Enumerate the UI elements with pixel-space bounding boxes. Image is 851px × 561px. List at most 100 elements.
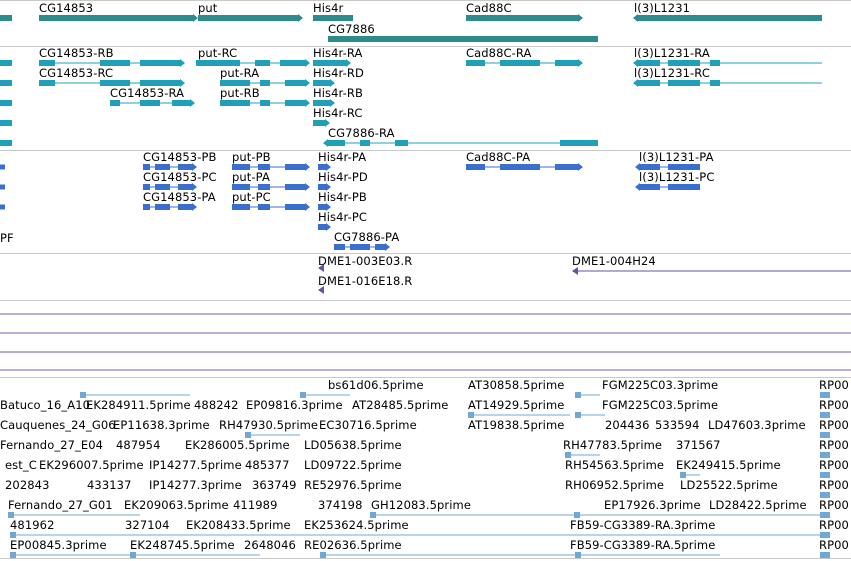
est-label[interactable]: Batuco_16_A10 <box>0 398 90 412</box>
transcript-label[interactable]: put-RA <box>220 66 259 80</box>
cds-exon[interactable] <box>143 204 150 210</box>
est-label[interactable]: RH54563.5prime <box>565 458 664 472</box>
est-label[interactable]: GH12083.5prime <box>371 498 471 512</box>
cds-edge[interactable] <box>0 184 5 190</box>
transcript-arrow[interactable] <box>305 59 310 67</box>
cds-label[interactable]: CG14853-PB <box>143 150 217 164</box>
est-label[interactable]: LD25522.5prime <box>680 478 778 492</box>
cds-exon[interactable] <box>318 224 326 230</box>
gene-bar[interactable] <box>313 15 353 21</box>
transcript-edge[interactable] <box>0 120 12 126</box>
gene-bar[interactable] <box>638 15 822 21</box>
transcript-exon[interactable] <box>313 120 325 126</box>
transcript-exon[interactable] <box>710 80 720 86</box>
est-label[interactable]: RE52976.5prime <box>304 478 402 492</box>
transcript-arrow[interactable] <box>305 79 310 87</box>
clone-label[interactable]: DME1-003E03.R <box>318 254 412 268</box>
cds-label[interactable]: CG7886-PA <box>334 230 399 244</box>
cds-exon[interactable] <box>178 204 192 210</box>
est-label[interactable]: IP14277.5prime <box>149 458 242 472</box>
cds-exon[interactable] <box>285 184 305 190</box>
cds-exon[interactable] <box>258 204 270 210</box>
cds-exon[interactable] <box>350 244 370 250</box>
transcript-label[interactable]: CG14853-RC <box>39 66 113 80</box>
transcript-exon[interactable] <box>285 100 305 106</box>
transcript-label[interactable]: His4r-RB <box>313 86 363 100</box>
est-line-block[interactable] <box>575 392 581 398</box>
cds-edge[interactable] <box>0 164 5 170</box>
cds-exon[interactable] <box>155 204 170 210</box>
transcript-arrow[interactable] <box>633 79 638 87</box>
transcript-exon[interactable] <box>39 80 55 86</box>
cds-label[interactable]: l(3)L1231-PC <box>639 170 714 184</box>
transcript-exon[interactable] <box>220 100 250 106</box>
transcript-exon[interactable] <box>328 140 345 146</box>
gene-bar-arrow[interactable] <box>633 14 638 22</box>
clone-label[interactable]: DME1-004H24 <box>572 254 656 268</box>
transcript-label[interactable]: CG14853-RB <box>39 46 114 60</box>
gene-label[interactable]: Cad88C <box>466 1 512 15</box>
est-label[interactable]: EP17926.3prime <box>604 498 701 512</box>
gene-bar-arrow[interactable] <box>578 14 583 22</box>
cds-arrow[interactable] <box>192 203 197 211</box>
cds-exon[interactable] <box>555 164 578 170</box>
transcript-exon[interactable] <box>110 100 120 106</box>
transcript-exon[interactable] <box>140 60 180 66</box>
est-label[interactable]: Fernando_27_E04 <box>0 438 103 452</box>
transcript-exon[interactable] <box>560 140 598 146</box>
est-label[interactable]: RP00 <box>819 518 849 532</box>
est-label[interactable]: 411989 <box>233 498 278 512</box>
est-label[interactable]: EK284911.5prime <box>86 398 191 412</box>
gene-bar[interactable] <box>466 15 578 21</box>
cds-edge[interactable] <box>0 204 5 210</box>
transcript-exon[interactable] <box>500 60 540 66</box>
est-label[interactable]: EP09816.3prime <box>246 398 343 412</box>
est-label[interactable]: EK296007.5prime <box>39 458 144 472</box>
cds-exon[interactable] <box>285 204 305 210</box>
transcript-exon[interactable] <box>395 140 408 146</box>
est-label[interactable]: Cauquenes_24_G06 <box>0 418 116 432</box>
cds-arrow[interactable] <box>385 243 390 251</box>
est-label[interactable]: 371567 <box>676 438 721 452</box>
transcript-arrow[interactable] <box>190 99 195 107</box>
transcript-label[interactable]: CG14853-RA <box>110 86 184 100</box>
est-label[interactable]: RP00 <box>819 418 849 432</box>
transcript-exon[interactable] <box>280 60 305 66</box>
transcript-arrow[interactable] <box>305 99 310 107</box>
cds-arrow[interactable] <box>305 183 310 191</box>
cds-label[interactable]: put-PA <box>232 170 270 184</box>
transcript-exon[interactable] <box>710 60 720 66</box>
est-label[interactable]: EK208433.5prime <box>186 518 291 532</box>
est-label[interactable]: RH47783.5prime <box>563 438 662 452</box>
est-label[interactable]: AT14929.5prime <box>468 398 564 412</box>
transcript-exon[interactable] <box>466 60 485 66</box>
gene-bar-arrow[interactable] <box>193 14 198 22</box>
gene-bar[interactable] <box>0 15 12 21</box>
gene-label[interactable]: put <box>198 1 217 15</box>
transcript-label[interactable]: His4r-RD <box>313 66 364 80</box>
cds-arrow[interactable] <box>305 203 310 211</box>
est-label[interactable]: LD28422.5prime <box>709 498 807 512</box>
gene-label[interactable]: l(3)L1231 <box>634 1 690 15</box>
transcript-label[interactable]: l(3)L1231-RC <box>634 66 710 80</box>
transcript-exon[interactable] <box>260 100 270 106</box>
cds-exon[interactable] <box>500 164 540 170</box>
est-label[interactable]: Fernando_27_G01 <box>8 498 113 512</box>
est-label[interactable]: RP00 <box>819 438 849 452</box>
transcript-label[interactable]: His4r-RA <box>313 46 362 60</box>
est-label[interactable]: 2648046 <box>244 538 296 552</box>
clone-label[interactable]: DME1-016E18.R <box>318 274 412 288</box>
est-label[interactable]: EK248745.5prime <box>130 538 235 552</box>
est-label[interactable]: EP00845.3prime <box>10 538 107 552</box>
est-label[interactable]: AT28485.5prime <box>352 398 448 412</box>
cds-label[interactable]: put-PB <box>232 150 271 164</box>
est-label[interactable]: RP00 <box>819 398 849 412</box>
transcript-arrow[interactable] <box>180 59 185 67</box>
est-label[interactable]: AT30858.5prime <box>468 378 564 392</box>
transcript-exon[interactable] <box>668 80 700 86</box>
est-label[interactable]: RP00 <box>819 378 849 392</box>
transcript-exon[interactable] <box>260 80 270 86</box>
est-label[interactable]: RP00 <box>819 538 849 552</box>
cds-label[interactable]: His4r-PC <box>318 210 367 224</box>
transcript-exon[interactable] <box>140 100 160 106</box>
